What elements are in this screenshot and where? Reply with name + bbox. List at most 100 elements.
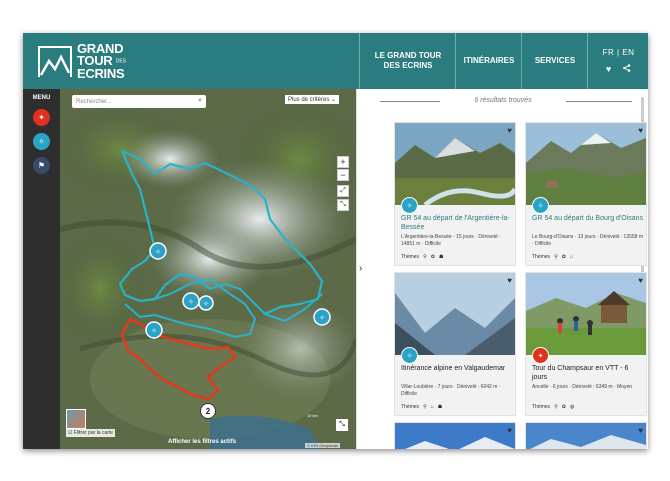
walker-theme-icon: ⚲: [423, 404, 427, 410]
mountain-logo-icon: [38, 46, 72, 77]
app-window: GRAND TOUR DES ECRINS LE GRAND TOUR DES …: [23, 33, 648, 449]
result-card-2[interactable]: ♥ ✧ GR 54 au départ du Bourg d'Oisans Le…: [525, 122, 647, 266]
walker-badge-icon: ✧: [532, 197, 549, 214]
hiker-icon: ✦: [38, 113, 45, 122]
hiker-filter-button[interactable]: ✦: [33, 109, 50, 126]
card-themes: Thèmes ⚲ ⌂ ☗: [401, 404, 442, 410]
zoom-out-label: −: [340, 170, 346, 180]
satellite-terrain: ✧ ✧ ✧ ✧ ✧: [60, 89, 356, 449]
more-criteria-label: Plus de critères: [288, 97, 330, 103]
nav-services[interactable]: SERVICES: [521, 33, 588, 89]
chevron-right-icon[interactable]: ›: [359, 263, 362, 274]
route-marker-2[interactable]: ✧: [182, 292, 200, 310]
show-active-filters-link[interactable]: Afficher les filtres actifs: [168, 439, 236, 445]
card-themes: Thèmes ⚲ ✿ ☗: [401, 254, 443, 260]
expand-map-icon[interactable]: ⤡: [336, 419, 348, 431]
zoom-out-button[interactable]: −: [337, 169, 349, 181]
map-attribution: © IGN Géoportail: [305, 443, 340, 448]
card-photo-5: [395, 423, 515, 449]
chevron-down-icon: ⌄: [331, 97, 337, 103]
card-meta: Le Bourg-d'Oisans · 13 jours · Dénivelé …: [532, 234, 644, 247]
route-marker-5[interactable]: ✧: [313, 308, 331, 326]
walker-badge-icon: ✧: [401, 197, 418, 214]
card-themes: Thèmes ⚲ ✿ ◍: [532, 404, 574, 410]
logo-wordmark: GRAND TOUR DES ECRINS: [77, 42, 126, 81]
nav-itineraires[interactable]: ITINÉRAIRES: [455, 33, 522, 89]
route-marker-3[interactable]: ✧: [198, 295, 214, 311]
share-icon[interactable]: [623, 64, 631, 74]
fullscreen-icon[interactable]: ⤢: [337, 185, 349, 197]
result-card-4[interactable]: ♥ ✦ Tour du Champsaur en VTT - 6 jours A…: [525, 272, 647, 416]
lang-en[interactable]: EN: [622, 48, 634, 57]
results-panel: 6 résultats trouvés ♥ ✧ GR 54 au départ …: [368, 89, 648, 449]
svg-text:✧: ✧: [319, 314, 325, 322]
card-photo-6: [526, 423, 646, 449]
flower-theme-icon: ✿: [561, 254, 566, 260]
map-view[interactable]: ✧ ✧ ✧ ✧ ✧ 2 Rechercher... ⌕ Plus de crit…: [60, 89, 356, 449]
filter-by-map-checkbox[interactable]: ☑ Filtrer par la carte: [66, 429, 116, 437]
layer-switcher-thumbnail[interactable]: [66, 409, 86, 429]
walker-badge-icon: ✧: [401, 347, 418, 364]
map-search-input[interactable]: Rechercher...: [76, 99, 112, 105]
cluster-count: 2: [205, 406, 211, 416]
card-title[interactable]: GR 54 au départ de l'Argentière-la-Bessé…: [401, 215, 513, 232]
zoom-in-button[interactable]: +: [337, 156, 349, 168]
nav-grand-tour[interactable]: LE GRAND TOUR DES ECRINS: [359, 33, 456, 89]
route-marker-1[interactable]: ✧: [149, 242, 167, 260]
result-card-3[interactable]: ♥ ✧ Itinérance alpine en Valgaudemar Vil…: [394, 272, 516, 416]
themes-label: Thèmes: [401, 254, 420, 260]
favorite-heart-icon[interactable]: ♥: [638, 426, 643, 435]
card-title[interactable]: Tour du Champsaur en VTT - 6 jours: [532, 365, 644, 382]
house-theme-icon: ⌂: [430, 404, 434, 410]
favorite-heart-icon[interactable]: ♥: [638, 276, 643, 285]
route-marker-4[interactable]: ✧: [145, 321, 163, 339]
favorite-heart-icon[interactable]: ♥: [638, 126, 643, 135]
nav-itineraires-label: ITINÉRAIRES: [463, 56, 515, 65]
result-card-5[interactable]: ♥: [394, 422, 516, 449]
card-themes: Thèmes ⚲ ✿ ⌂: [532, 254, 573, 260]
search-icon[interactable]: ⌕: [198, 97, 202, 105]
flower-theme-icon: ✿: [561, 404, 566, 410]
menu-label: MENU: [32, 95, 51, 101]
bike-badge-icon: ✦: [532, 347, 549, 364]
card-meta: Ancelle · 6 jours · Dénivelé : 6349 m · …: [532, 384, 633, 390]
zoom-in-label: +: [340, 157, 346, 167]
card-meta: L'Argentière-la-Bessée · 15 jours · Déni…: [401, 234, 501, 247]
favorite-heart-icon[interactable]: ♥: [507, 126, 512, 135]
flag-icon: ⚑: [37, 161, 46, 170]
map-search-box[interactable]: Rechercher... ⌕: [72, 95, 206, 108]
card-title[interactable]: GR 54 au départ du Bourg d'Oisans: [532, 215, 644, 224]
heart-icon[interactable]: ♥: [606, 64, 611, 74]
flower-theme-icon: ✿: [430, 254, 435, 260]
fit-bounds-icon[interactable]: ⤡: [337, 199, 349, 211]
themes-label: Thèmes: [401, 404, 420, 410]
animal-theme-icon: ☗: [437, 404, 443, 410]
svg-text:✧: ✧: [203, 300, 209, 308]
lang-fr[interactable]: FR: [603, 48, 615, 57]
filter-by-map-label: Filtrer par la carte: [73, 430, 114, 436]
flag-filter-button[interactable]: ⚑: [33, 157, 50, 174]
site-header: GRAND TOUR DES ECRINS LE GRAND TOUR DES …: [23, 33, 648, 89]
cluster-marker[interactable]: 2: [200, 403, 216, 419]
divider-right: [566, 101, 632, 102]
walker-theme-icon: ⚲: [423, 254, 427, 260]
result-card-1[interactable]: ♥ ✧ GR 54 au départ de l'Argentière-la-B…: [394, 122, 516, 266]
card-meta: Villar-Loubière · 7 jours · Dénivelé : 6…: [401, 384, 501, 397]
result-card-6[interactable]: ♥: [525, 422, 647, 449]
header-tools: FR | EN ♥: [587, 33, 648, 89]
globe-theme-icon: ◍: [569, 404, 575, 410]
card-photo-3: [395, 273, 515, 355]
svg-text:✧: ✧: [188, 298, 194, 306]
side-menu: MENU ✦ ✧ ⚑: [23, 89, 60, 449]
checkbox-icon[interactable]: ☑: [68, 430, 72, 436]
favorite-heart-icon[interactable]: ♥: [507, 426, 512, 435]
card-title[interactable]: Itinérance alpine en Valgaudemar: [401, 365, 513, 374]
walker-filter-button[interactable]: ✧: [33, 133, 50, 150]
more-criteria-dropdown[interactable]: Plus de critères ⌄: [285, 95, 340, 104]
favorite-heart-icon[interactable]: ♥: [507, 276, 512, 285]
logo-line-3: ECRINS: [77, 65, 125, 81]
themes-label: Thèmes: [532, 254, 551, 260]
lang-separator: |: [616, 48, 620, 57]
animal-theme-icon: ☗: [438, 254, 444, 260]
site-logo[interactable]: GRAND TOUR DES ECRINS: [37, 41, 147, 83]
